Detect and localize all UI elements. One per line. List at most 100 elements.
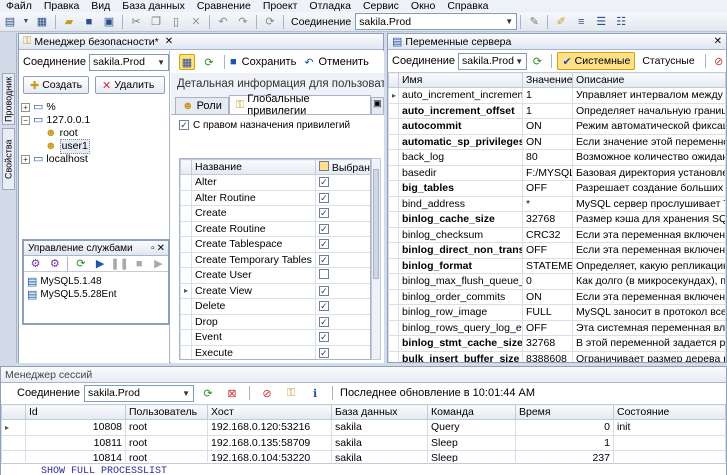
privilege-checkbox[interactable]: ✓ (318, 347, 329, 358)
col-id-header[interactable]: Id (25, 404, 126, 420)
menu-item[interactable]: Сравнение (191, 0, 257, 12)
comment-icon[interactable]: ☰ (593, 14, 609, 30)
session-row[interactable]: 10811 root 192.168.0.135:58709 sakila Sleep 1 (1, 434, 726, 451)
privilege-checkbox-cell[interactable]: ✓ (314, 329, 370, 346)
variable-row[interactable]: bulk_insert_buffer_size 8388608 Ограничива… (388, 350, 726, 362)
variable-row[interactable]: binlog_row_image FULL MySQL заносит в прот… (388, 304, 726, 321)
delete-user-button[interactable]: ✕ Удалить (95, 76, 165, 94)
variable-row[interactable]: basedirF:/MYSQL...Базовая директория уст… (388, 164, 726, 181)
privilege-checkbox[interactable]: ✓ (318, 316, 329, 327)
save-icon[interactable]: ■ (81, 14, 97, 30)
lock-icon[interactable]: ⚿ (283, 385, 299, 401)
save-button[interactable]: Сохранить (242, 56, 297, 68)
session-row[interactable]: ▸ 10808 root 192.168.0.120:53216 sakila Query… (1, 419, 726, 436)
format-icon[interactable]: ≡ (573, 14, 589, 30)
privilege-checkbox[interactable]: ✓ (318, 192, 329, 203)
variable-value[interactable]: CRC32 (522, 226, 573, 243)
refresh-icon[interactable]: ⟳ (73, 256, 88, 272)
variable-value[interactable]: OFF (522, 242, 573, 259)
stop-icon[interactable]: ⊘ (259, 385, 275, 401)
privilege-row[interactable]: Event ✓ (180, 329, 370, 346)
undo-icon[interactable]: ↶ (215, 14, 231, 30)
status-variables-tab[interactable]: Статусные (638, 52, 698, 70)
refresh-icon[interactable]: ⟳ (200, 385, 216, 401)
privilege-checkbox[interactable] (318, 268, 329, 279)
variable-row[interactable]: binlog_checksum CRC32 Если эта переменная … (388, 226, 726, 243)
col-name-header[interactable]: Название (191, 159, 316, 175)
col-desc-header[interactable]: Описание (572, 72, 726, 88)
info-icon[interactable]: ℹ (307, 385, 323, 401)
variable-row[interactable]: binlog_stmt_cache_size 32768 В этой переме… (388, 335, 726, 352)
privilege-row[interactable]: Delete ✓ (180, 298, 370, 315)
tree-node-user-root[interactable]: ☻ root (21, 127, 167, 140)
menu-item[interactable]: Проект (257, 0, 304, 12)
services-icon[interactable]: ⚙ (28, 256, 43, 272)
redo-icon[interactable]: ↷ (235, 14, 251, 30)
save-icon[interactable]: ■ (230, 56, 237, 68)
privilege-checkbox[interactable]: ✓ (318, 332, 329, 343)
tab-more[interactable]: ▣ (370, 97, 384, 114)
tree-node-localhost-ip[interactable]: − ▭ 127.0.0.1 (21, 114, 167, 127)
privilege-checkbox[interactable]: ✓ (318, 177, 329, 188)
sync-icon[interactable]: ⟳ (262, 14, 278, 30)
privilege-row[interactable]: Alter ✓ (180, 174, 370, 191)
privilege-checkbox-cell[interactable]: ✓ (314, 205, 370, 222)
privilege-checkbox[interactable]: ✓ (318, 208, 329, 219)
col-time-header[interactable]: Время (515, 404, 614, 420)
view-icon[interactable]: ▦ (179, 54, 195, 70)
variable-value[interactable]: 80 (522, 149, 573, 166)
service-settings-icon[interactable]: ⚙ (47, 256, 62, 272)
privilege-row[interactable]: Create User (180, 267, 370, 284)
col-db-header[interactable]: База данных (331, 404, 428, 420)
col-value-header[interactable]: Значение (522, 72, 573, 88)
copy-icon[interactable]: ❐ (148, 14, 164, 30)
privilege-checkbox-cell[interactable]: ✓ (314, 236, 370, 253)
variable-row[interactable]: binlog_max_flush_queue_time0Как долго (в… (388, 273, 726, 290)
dropdown-icon[interactable]: ▼ (22, 14, 30, 30)
privilege-row[interactable]: Alter Routine ✓ (180, 189, 370, 206)
new-sql-icon[interactable]: ▤ (2, 14, 18, 30)
privilege-row[interactable]: Create Routine ✓ (180, 220, 370, 237)
window-restore-icon[interactable]: ▫ (151, 243, 155, 254)
privileges-scrollbar[interactable] (371, 158, 381, 360)
menu-item[interactable]: Справка (441, 0, 494, 12)
variable-value[interactable]: ON (522, 288, 573, 305)
menu-item[interactable]: Вид (85, 0, 116, 12)
edit-icon[interactable]: ✐ (553, 14, 569, 30)
privilege-checkbox[interactable]: ✓ (318, 223, 329, 234)
variable-row[interactable]: bind_address*MySQL сервер прослушивает T… (388, 195, 726, 212)
variable-row[interactable]: automatic_sp_privileges ON Если значение э… (388, 133, 726, 150)
tab-properties[interactable]: Свойства (2, 128, 15, 190)
pin-icon[interactable]: ✎ (526, 14, 542, 30)
col-command-header[interactable]: Команда (427, 404, 516, 420)
privilege-row[interactable]: ▸ Create View ✓ (180, 282, 370, 299)
toolbar-connection-combo[interactable]: sakila.Prod ▼ (355, 13, 518, 30)
privilege-checkbox-cell[interactable]: ✓ (314, 189, 370, 206)
variable-value[interactable]: * (522, 195, 573, 212)
privilege-row[interactable]: Create Temporary Tables ✓ (180, 251, 370, 268)
privilege-checkbox-cell[interactable]: ✓ (314, 282, 370, 299)
uncomment-icon[interactable]: ☷ (613, 14, 629, 30)
variable-value[interactable]: OFF (522, 319, 573, 336)
variable-row[interactable]: big_tables OFF Разрешает создание больших … (388, 180, 726, 197)
expand-icon[interactable]: + (21, 103, 30, 112)
delete-icon[interactable]: ✕ (188, 14, 204, 30)
menu-item[interactable]: Окно (405, 0, 441, 12)
privilege-checkbox-cell[interactable]: ✓ (314, 251, 370, 268)
variable-value[interactable]: ON (522, 118, 573, 135)
menu-item[interactable]: Сервис (357, 0, 405, 12)
privilege-checkbox-cell[interactable]: ✓ (314, 174, 370, 191)
tree-node-localhost[interactable]: + ▭ localhost (21, 153, 167, 166)
col-name-header[interactable]: Имя (398, 72, 523, 88)
col-selected-header[interactable]: Выбранные (314, 159, 370, 175)
tab-explorer[interactable]: Проводник (2, 73, 15, 125)
privilege-checkbox[interactable]: ✓ (318, 301, 329, 312)
menu-item[interactable]: Правка (38, 0, 85, 12)
menu-item[interactable]: Отладка (303, 0, 357, 12)
server-vars-connection-combo[interactable]: sakila.Prod ▼ (458, 52, 528, 70)
variable-value[interactable]: ON (522, 133, 573, 150)
tab-roles[interactable]: ☻ Роли (175, 97, 229, 114)
privilege-row[interactable]: Drop ✓ (180, 313, 370, 330)
save-all-icon[interactable]: ▣ (101, 14, 117, 30)
variable-row[interactable]: binlog_formatSTATEMENTОпределяет, какую … (388, 257, 726, 274)
